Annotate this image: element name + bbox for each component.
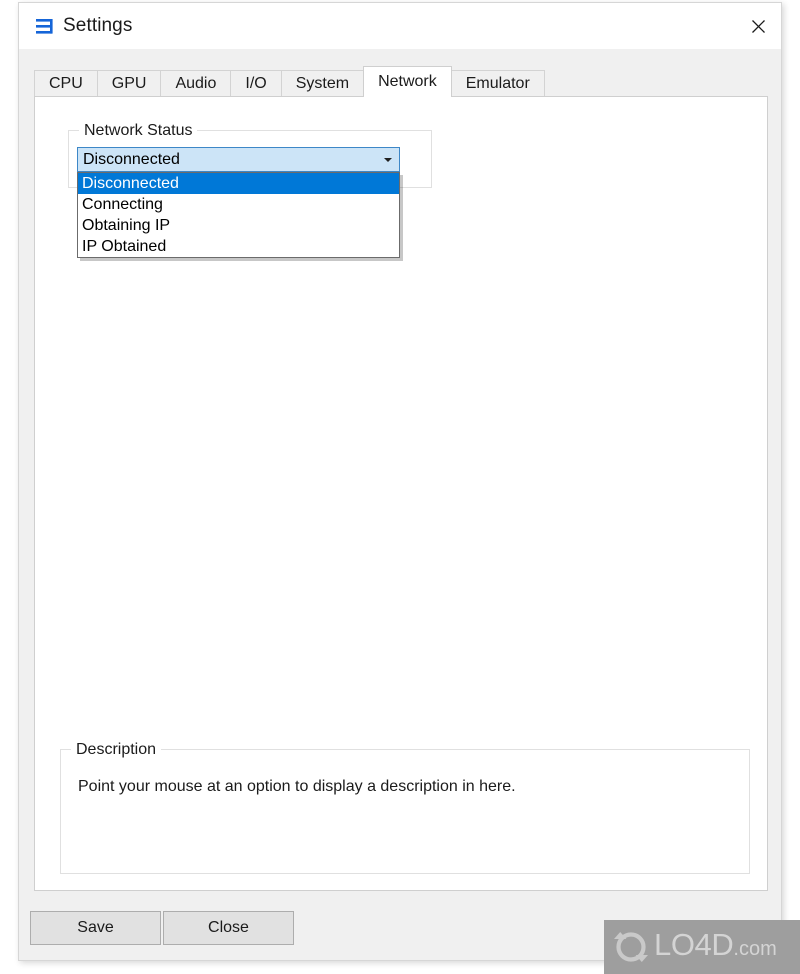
- tab-io[interactable]: I/O: [230, 70, 282, 97]
- option-disconnected[interactable]: Disconnected: [78, 173, 399, 194]
- tab-system[interactable]: System: [280, 70, 365, 97]
- option-label: Obtaining IP: [82, 217, 171, 234]
- network-status-select[interactable]: Disconnected: [77, 147, 400, 172]
- network-status-selected-value: Disconnected: [83, 151, 180, 168]
- network-status-group-label: Network Status: [79, 121, 198, 140]
- tab-label: System: [295, 75, 350, 92]
- app-logo-icon: [36, 18, 56, 35]
- tab-gpu[interactable]: GPU: [96, 70, 162, 97]
- title-bar: Settings: [19, 3, 781, 49]
- tab-audio[interactable]: Audio: [160, 70, 232, 97]
- refresh-arrows-icon: [612, 928, 650, 966]
- save-button[interactable]: Save: [30, 911, 161, 945]
- tab-cpu[interactable]: CPU: [34, 70, 98, 97]
- settings-window: Settings CPU GPU Audio I/O System Networ…: [18, 2, 782, 961]
- description-group-label: Description: [71, 740, 162, 759]
- chevron-down-icon: [384, 157, 392, 162]
- tab-label: Network: [378, 73, 437, 90]
- cancel-button[interactable]: Close: [163, 911, 294, 945]
- tab-emulator[interactable]: Emulator: [450, 70, 545, 97]
- option-label: Connecting: [82, 196, 163, 213]
- close-icon[interactable]: [735, 3, 781, 49]
- description-text: Point your mouse at an option to display…: [78, 778, 516, 795]
- network-status-combo-wrapper: Disconnected Disconnected Connecting Obt…: [77, 147, 400, 258]
- tab-label: Emulator: [465, 75, 530, 92]
- cancel-button-label: Close: [208, 919, 249, 936]
- option-connecting[interactable]: Connecting: [78, 194, 399, 215]
- option-label: IP Obtained: [82, 238, 167, 255]
- description-group: Description Point your mouse at an optio…: [60, 740, 750, 874]
- tab-label: GPU: [111, 75, 147, 92]
- window-title: Settings: [63, 15, 133, 36]
- tab-network[interactable]: Network: [363, 66, 452, 97]
- network-status-option-list[interactable]: Disconnected Connecting Obtaining IP IP …: [77, 172, 400, 258]
- save-button-label: Save: [77, 919, 114, 936]
- lo4d-suffix: .com: [733, 938, 777, 960]
- tab-strip: CPU GPU Audio I/O System Network Emulato…: [19, 49, 781, 97]
- lo4d-watermark-text: LO4D.com: [654, 928, 777, 966]
- tab-label: Audio: [175, 75, 217, 92]
- option-ip-obtained[interactable]: IP Obtained: [78, 236, 399, 257]
- option-label: Disconnected: [82, 175, 179, 192]
- tab-label: CPU: [49, 75, 83, 92]
- tab-label: I/O: [245, 75, 267, 92]
- option-obtaining-ip[interactable]: Obtaining IP: [78, 215, 399, 236]
- lo4d-watermark: LO4D.com: [604, 920, 800, 974]
- lo4d-name: LO4D: [654, 927, 734, 962]
